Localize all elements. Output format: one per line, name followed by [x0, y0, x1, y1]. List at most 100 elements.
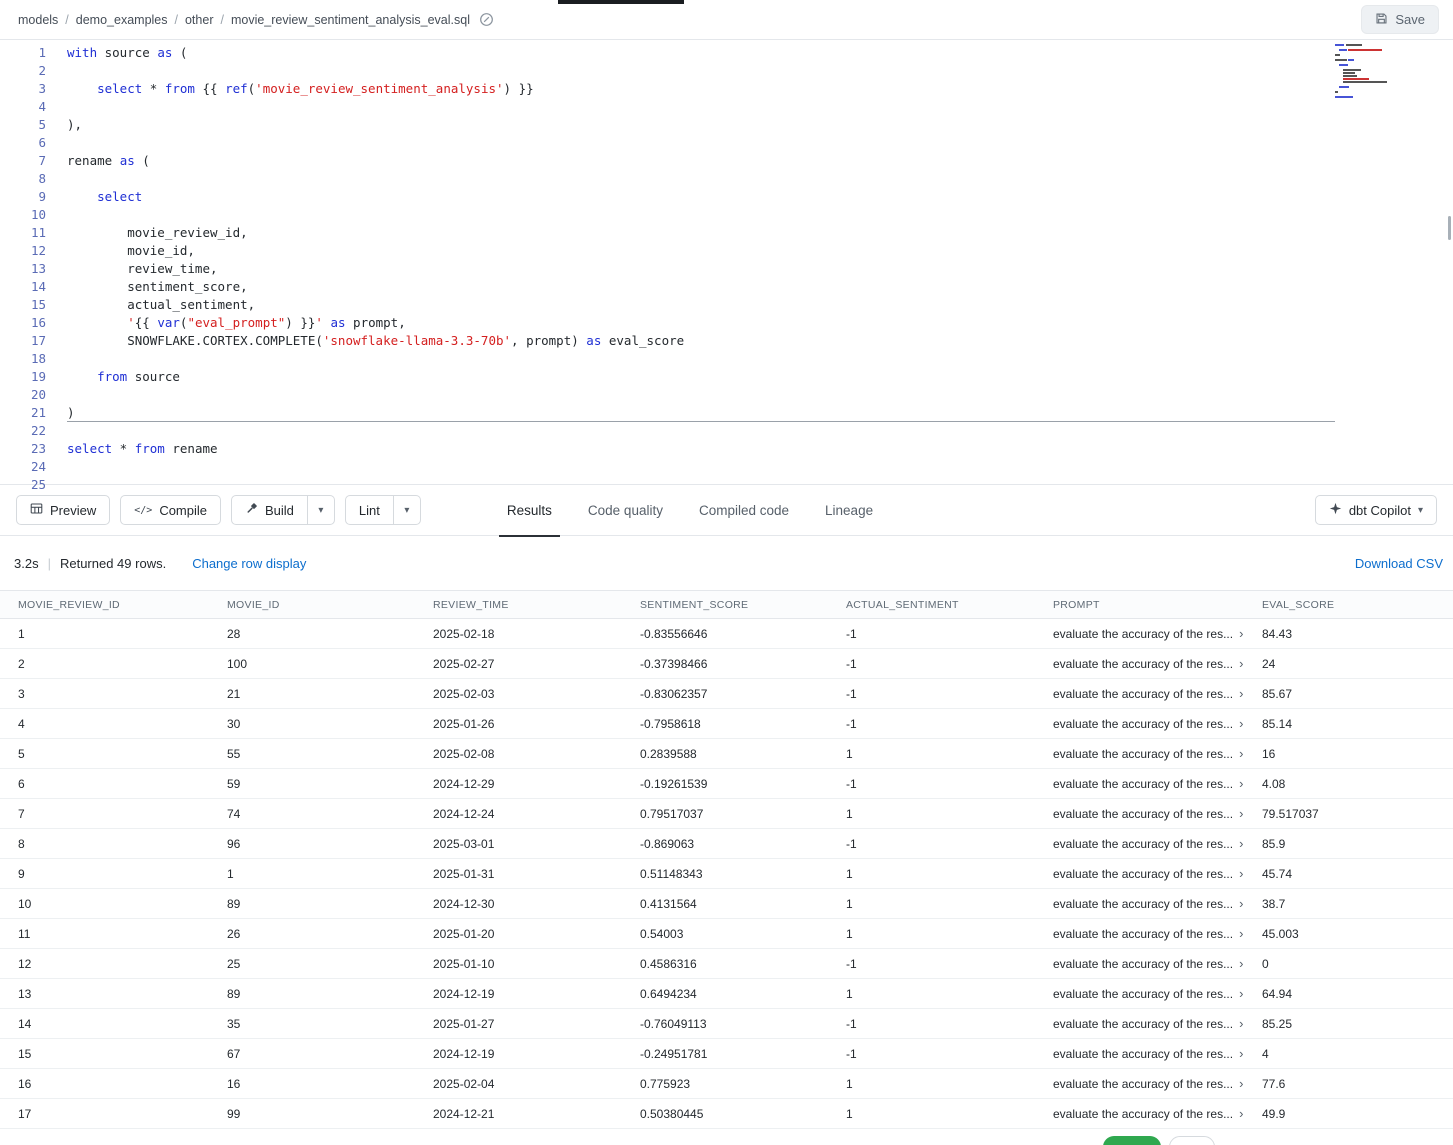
- code-line[interactable]: [67, 206, 1335, 224]
- table-row[interactable]: 13892024-12-190.64942341evaluate the acc…: [0, 979, 1453, 1009]
- code-line[interactable]: actual_sentiment,: [67, 296, 1335, 314]
- chevron-right-icon[interactable]: ›: [1239, 627, 1243, 640]
- build-dropdown-button[interactable]: ▾: [308, 495, 335, 525]
- prompt-cell[interactable]: evaluate the accuracy of the res...›: [1035, 1107, 1244, 1121]
- table-row[interactable]: 12252025-01-100.4586316-1evaluate the ac…: [0, 949, 1453, 979]
- code-line[interactable]: [67, 134, 1335, 152]
- bottom-green-button[interactable]: [1103, 1136, 1161, 1145]
- chevron-right-icon[interactable]: ›: [1239, 957, 1243, 970]
- chevron-right-icon[interactable]: ›: [1239, 1047, 1243, 1060]
- table-row[interactable]: 16162025-02-040.7759231evaluate the accu…: [0, 1069, 1453, 1099]
- chevron-right-icon[interactable]: ›: [1239, 927, 1243, 940]
- code-line[interactable]: ),: [67, 116, 1335, 134]
- code-line[interactable]: review_time,: [67, 260, 1335, 278]
- code-lines[interactable]: with source as ( select * from {{ ref('m…: [46, 44, 1335, 484]
- code-line[interactable]: with source as (: [67, 44, 1335, 62]
- table-row[interactable]: 17992024-12-210.503804451evaluate the ac…: [0, 1099, 1453, 1129]
- tab-results[interactable]: Results: [489, 484, 570, 536]
- code-line[interactable]: [67, 170, 1335, 188]
- table-row[interactable]: 21002025-02-27-0.37398466-1evaluate the …: [0, 649, 1453, 679]
- chevron-right-icon[interactable]: ›: [1239, 867, 1243, 880]
- chevron-right-icon[interactable]: ›: [1239, 1017, 1243, 1030]
- preview-button[interactable]: Preview: [16, 495, 110, 525]
- code-line[interactable]: SNOWFLAKE.CORTEX.COMPLETE('snowflake-lla…: [67, 332, 1335, 350]
- code-line[interactable]: sentiment_score,: [67, 278, 1335, 296]
- code-line[interactable]: [67, 422, 1335, 440]
- table-row[interactable]: 8962025-03-01-0.869063-1evaluate the acc…: [0, 829, 1453, 859]
- column-header[interactable]: MOVIE_REVIEW_ID: [0, 599, 209, 611]
- chevron-right-icon[interactable]: ›: [1239, 837, 1243, 850]
- prompt-cell[interactable]: evaluate the accuracy of the res...›: [1035, 687, 1244, 701]
- format-file-icon[interactable]: [479, 12, 494, 27]
- table-row[interactable]: 15672024-12-19-0.24951781-1evaluate the …: [0, 1039, 1453, 1069]
- table-row[interactable]: 14352025-01-27-0.76049113-1evaluate the …: [0, 1009, 1453, 1039]
- tab-lineage[interactable]: Lineage: [807, 484, 891, 536]
- table-row[interactable]: 10892024-12-300.41315641evaluate the acc…: [0, 889, 1453, 919]
- change-row-display-link[interactable]: Change row display: [192, 556, 306, 571]
- code-line[interactable]: select * from {{ ref('movie_review_senti…: [67, 80, 1335, 98]
- prompt-cell[interactable]: evaluate the accuracy of the res...›: [1035, 657, 1244, 671]
- tab-code-quality[interactable]: Code quality: [570, 484, 681, 536]
- code-line[interactable]: ): [67, 404, 1335, 422]
- save-button[interactable]: Save: [1361, 5, 1439, 34]
- code-line[interactable]: rename as (: [67, 152, 1335, 170]
- prompt-cell[interactable]: evaluate the accuracy of the res...›: [1035, 807, 1244, 821]
- prompt-cell[interactable]: evaluate the accuracy of the res...›: [1035, 1017, 1244, 1031]
- breadcrumb-item[interactable]: models: [18, 13, 58, 27]
- editor-scrollbar-thumb[interactable]: [1448, 216, 1451, 240]
- download-csv-link[interactable]: Download CSV: [1355, 556, 1443, 571]
- prompt-cell[interactable]: evaluate the accuracy of the res...›: [1035, 897, 1244, 911]
- chevron-right-icon[interactable]: ›: [1239, 747, 1243, 760]
- table-row[interactable]: 1282025-02-18-0.83556646-1evaluate the a…: [0, 619, 1453, 649]
- prompt-cell[interactable]: evaluate the accuracy of the res...›: [1035, 1047, 1244, 1061]
- code-line[interactable]: '{{ var("eval_prompt") }}' as prompt,: [67, 314, 1335, 332]
- column-header[interactable]: ACTUAL_SENTIMENT: [828, 599, 1035, 611]
- code-line[interactable]: [67, 62, 1335, 80]
- breadcrumb-item[interactable]: movie_review_sentiment_analysis_eval.sql: [231, 13, 470, 27]
- dbt-copilot-button[interactable]: dbt Copilot ▾: [1315, 495, 1437, 525]
- prompt-cell[interactable]: evaluate the accuracy of the res...›: [1035, 867, 1244, 881]
- lint-dropdown-button[interactable]: ▾: [394, 495, 421, 525]
- table-row[interactable]: 3212025-02-03-0.83062357-1evaluate the a…: [0, 679, 1453, 709]
- prompt-cell[interactable]: evaluate the accuracy of the res...›: [1035, 957, 1244, 971]
- code-line[interactable]: movie_id,: [67, 242, 1335, 260]
- code-line[interactable]: [67, 386, 1335, 404]
- chevron-right-icon[interactable]: ›: [1239, 687, 1243, 700]
- code-line[interactable]: from source: [67, 368, 1335, 386]
- prompt-cell[interactable]: evaluate the accuracy of the res...›: [1035, 777, 1244, 791]
- code-line[interactable]: select: [67, 188, 1335, 206]
- tab-compiled-code[interactable]: Compiled code: [681, 484, 807, 536]
- column-header[interactable]: REVIEW_TIME: [415, 599, 622, 611]
- prompt-cell[interactable]: evaluate the accuracy of the res...›: [1035, 927, 1244, 941]
- prompt-cell[interactable]: evaluate the accuracy of the res...›: [1035, 1077, 1244, 1091]
- code-line[interactable]: [67, 458, 1335, 476]
- build-button[interactable]: Build: [231, 495, 308, 525]
- compile-button[interactable]: </> Compile: [120, 495, 221, 525]
- prompt-cell[interactable]: evaluate the accuracy of the res...›: [1035, 837, 1244, 851]
- code-line[interactable]: select * from rename: [67, 440, 1335, 458]
- column-header[interactable]: MOVIE_ID: [209, 599, 415, 611]
- lint-button[interactable]: Lint: [345, 495, 394, 525]
- chevron-right-icon[interactable]: ›: [1239, 897, 1243, 910]
- prompt-cell[interactable]: evaluate the accuracy of the res...›: [1035, 987, 1244, 1001]
- column-header[interactable]: SENTIMENT_SCORE: [622, 599, 828, 611]
- column-header[interactable]: EVAL_SCORE: [1244, 599, 1453, 611]
- chevron-right-icon[interactable]: ›: [1239, 657, 1243, 670]
- table-row[interactable]: 6592024-12-29-0.19261539-1evaluate the a…: [0, 769, 1453, 799]
- table-row[interactable]: 912025-01-310.511483431evaluate the accu…: [0, 859, 1453, 889]
- prompt-cell[interactable]: evaluate the accuracy of the res...›: [1035, 627, 1244, 641]
- chevron-right-icon[interactable]: ›: [1239, 717, 1243, 730]
- table-row[interactable]: 7742024-12-240.795170371evaluate the acc…: [0, 799, 1453, 829]
- chevron-right-icon[interactable]: ›: [1239, 1107, 1243, 1120]
- code-line[interactable]: movie_review_id,: [67, 224, 1335, 242]
- code-line[interactable]: [67, 350, 1335, 368]
- bottom-white-button[interactable]: [1169, 1136, 1215, 1145]
- chevron-right-icon[interactable]: ›: [1239, 987, 1243, 1000]
- prompt-cell[interactable]: evaluate the accuracy of the res...›: [1035, 747, 1244, 761]
- chevron-right-icon[interactable]: ›: [1239, 807, 1243, 820]
- prompt-cell[interactable]: evaluate the accuracy of the res...›: [1035, 717, 1244, 731]
- chevron-right-icon[interactable]: ›: [1239, 777, 1243, 790]
- table-row[interactable]: 11262025-01-200.540031evaluate the accur…: [0, 919, 1453, 949]
- breadcrumb-item[interactable]: other: [185, 13, 214, 27]
- chevron-right-icon[interactable]: ›: [1239, 1077, 1243, 1090]
